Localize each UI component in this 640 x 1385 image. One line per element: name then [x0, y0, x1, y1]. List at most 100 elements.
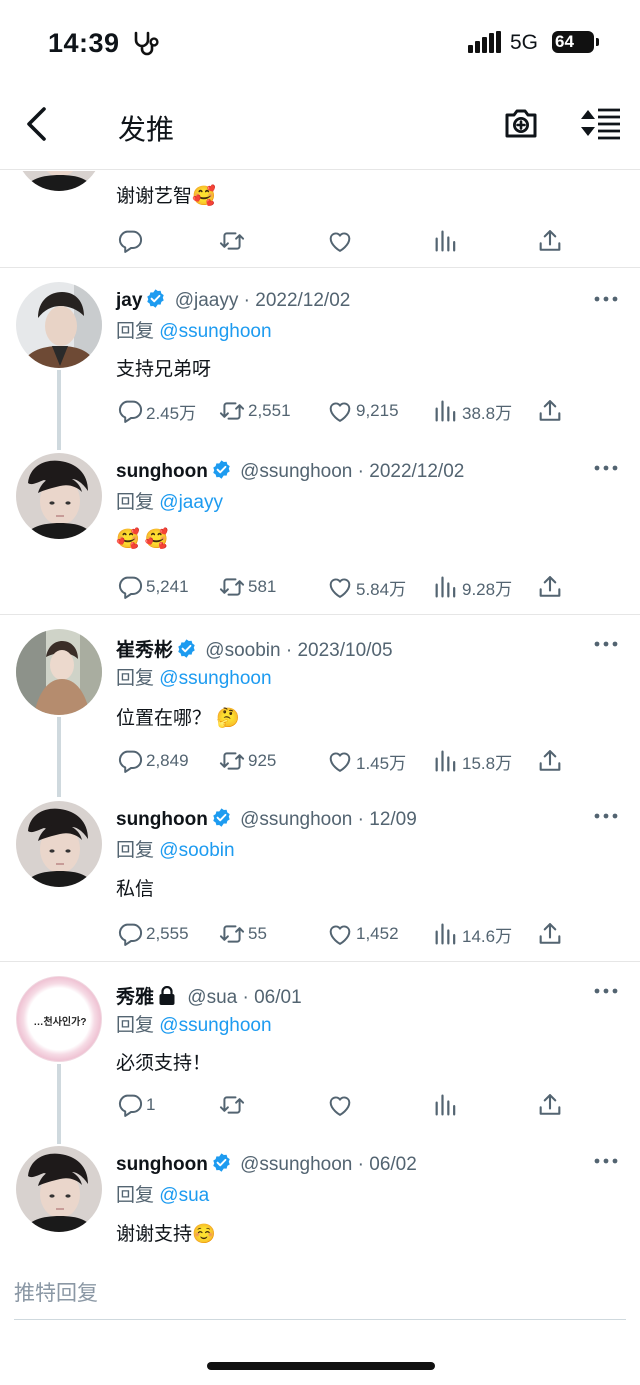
tweet-actions: 5,241 581 5.84万 9.28万 [116, 572, 626, 602]
share-icon [536, 920, 564, 948]
retweet-button[interactable] [218, 1090, 248, 1120]
reply-to: 回复 @ssunghoon [116, 1015, 272, 1036]
share-button[interactable] [536, 226, 564, 256]
author-handle[interactable]: @ssunghoon [240, 461, 352, 482]
author-handle[interactable]: @ssunghoon [240, 1154, 352, 1175]
author-handle[interactable]: @jaayy [175, 290, 239, 311]
tweet-actions [116, 226, 626, 256]
like-count: 5.84万 [356, 579, 407, 599]
avatar[interactable] [16, 1146, 102, 1232]
like-icon [326, 573, 354, 601]
tweet[interactable]: 崔秀彬 @soobin · 2023/10/05 回复 @ssunghoon 位… [0, 615, 640, 797]
like-button[interactable]: 9,215 [326, 396, 399, 426]
reply-count: 5,241 [146, 577, 189, 596]
author-name[interactable]: 秀雅 [116, 987, 154, 1008]
retweet-button[interactable]: 581 [218, 572, 276, 602]
retweet-icon [218, 747, 246, 775]
like-count: 1.45万 [356, 753, 407, 773]
reply-to: 回复 @ssunghoon [116, 668, 272, 689]
avatar[interactable] [16, 282, 102, 368]
views-button[interactable]: 15.8万 [432, 746, 512, 776]
reply-button[interactable]: 5,241 [116, 572, 189, 602]
author-name[interactable]: jay [116, 290, 142, 311]
more-icon[interactable] [594, 295, 618, 303]
views-icon [432, 397, 460, 425]
reply-button[interactable]: 2.45万 [116, 396, 196, 426]
reply-to-handle[interactable]: @ssunghoon [159, 1015, 271, 1036]
like-button[interactable] [326, 1090, 356, 1120]
tweet-text: 位置在哪？ 🤔 [116, 708, 240, 729]
like-button[interactable]: 1,452 [326, 919, 399, 949]
retweet-button[interactable]: 925 [218, 746, 276, 776]
tweet-actions: 1 [116, 1090, 626, 1120]
more-icon[interactable] [594, 464, 618, 472]
share-button[interactable] [536, 1090, 564, 1120]
camera-plus-icon[interactable] [502, 104, 540, 142]
tweet-header: jay @jaayy · 2022/12/02 [116, 290, 351, 311]
more-icon[interactable] [594, 987, 618, 995]
more-icon[interactable] [594, 1157, 618, 1165]
views-button[interactable] [432, 1090, 462, 1120]
tweet[interactable]: jay @jaayy · 2022/12/02 回复 @ssunghoon 支持… [0, 268, 640, 450]
sort-icon[interactable] [578, 104, 622, 142]
share-button[interactable] [536, 919, 564, 949]
like-button[interactable]: 5.84万 [326, 572, 406, 602]
author-name[interactable]: 崔秀彬 [116, 640, 173, 661]
author-name[interactable]: sunghoon [116, 809, 208, 830]
tweet[interactable]: sunghoon @ssunghoon · 06/02 回复 @sua 谢谢支持… [0, 1136, 640, 1243]
like-button[interactable] [326, 226, 354, 256]
views-icon [432, 1091, 460, 1119]
reply-button[interactable]: 1 [116, 1090, 155, 1120]
reply-to-handle[interactable]: @ssunghoon [159, 321, 271, 342]
verified-icon [211, 1152, 232, 1173]
reply-icon [116, 573, 144, 601]
reply-button[interactable] [116, 226, 144, 256]
avatar[interactable] [16, 453, 102, 539]
avatar[interactable] [16, 171, 102, 191]
tweet-text: 谢谢艺智🥰 [116, 186, 216, 207]
views-button[interactable]: 38.8万 [432, 396, 512, 426]
author-handle[interactable]: @ssunghoon [240, 809, 352, 830]
views-button[interactable]: 14.6万 [432, 919, 512, 949]
reply-to-handle[interactable]: @ssunghoon [159, 668, 271, 689]
reply-to-handle[interactable]: @jaayy [159, 492, 223, 513]
views-button[interactable] [432, 226, 460, 256]
avatar[interactable]: …천사인가? [16, 976, 102, 1062]
avatar[interactable] [16, 629, 102, 715]
reply-input[interactable] [14, 1268, 626, 1320]
like-button[interactable]: 1.45万 [326, 746, 406, 776]
share-button[interactable] [536, 572, 564, 602]
share-button[interactable] [536, 396, 564, 426]
network-type: 5G [510, 31, 539, 54]
tweet[interactable]: …천사인가? 秀雅 @sua · 06/01 回复 @ssunghoon 必须支… [0, 962, 640, 1144]
retweet-button[interactable]: 2,551 [218, 396, 291, 426]
retweet-button[interactable]: 55 [218, 919, 267, 949]
thread-line [57, 717, 61, 797]
views-button[interactable]: 9.28万 [432, 572, 512, 602]
tweet[interactable]: sunghoon @ssunghoon · 12/09 回复 @soobin 私… [0, 791, 640, 961]
author-name[interactable]: sunghoon [116, 1154, 208, 1175]
share-button[interactable] [536, 746, 564, 776]
reply-button[interactable]: 2,555 [116, 919, 189, 949]
reply-button[interactable]: 2,849 [116, 746, 189, 776]
more-icon[interactable] [594, 812, 618, 820]
avatar[interactable] [16, 801, 102, 887]
home-indicator [207, 1362, 435, 1370]
tweet-date: 06/01 [254, 987, 302, 1008]
verified-icon [211, 459, 232, 480]
author-handle[interactable]: @soobin [205, 640, 280, 661]
status-time: 14:39 [48, 28, 120, 58]
tweet-actions: 2.45万 2,551 9,215 38.8万 [116, 396, 626, 426]
back-icon[interactable] [20, 104, 54, 144]
thread-line [57, 1064, 61, 1144]
tweet[interactable]: sunghoon @ssunghoon · 2022/12/02 回复 @jaa… [0, 443, 640, 614]
tweet-partial[interactable]: 谢谢艺智🥰 [0, 171, 640, 268]
more-icon[interactable] [594, 640, 618, 648]
author-handle[interactable]: @sua [187, 987, 237, 1008]
retweet-icon [218, 573, 246, 601]
author-name[interactable]: sunghoon [116, 461, 208, 482]
retweet-button[interactable] [218, 226, 246, 256]
reply-to-handle[interactable]: @soobin [159, 840, 234, 861]
reply-to-handle[interactable]: @sua [159, 1185, 209, 1206]
reply-to: 回复 @sua [116, 1185, 210, 1206]
